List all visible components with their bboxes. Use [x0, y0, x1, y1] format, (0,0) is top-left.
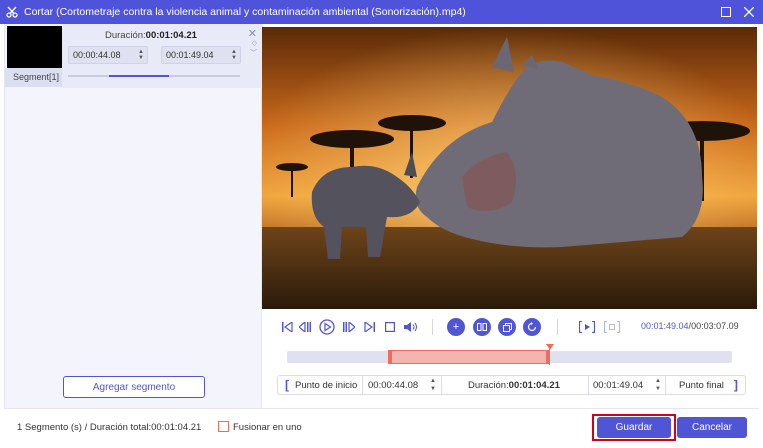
end-point-label: Punto final [679, 379, 724, 391]
set-start-button[interactable]: [ Punto de inicio [285, 376, 357, 394]
divider [665, 376, 666, 394]
start-handle[interactable] [388, 350, 392, 364]
segment-duration: Duración:00:01:04.21 [105, 30, 197, 41]
reset-icon[interactable] [523, 318, 541, 336]
trim-duration-label: Duración: [468, 379, 509, 391]
move-up-icon[interactable]: ◇ [252, 39, 257, 47]
stop-icon [385, 322, 395, 332]
maximize-button[interactable] [718, 4, 734, 20]
segment-range-fill [109, 75, 169, 77]
start-point-label: Punto de inicio [295, 379, 358, 391]
trim-settings-bar: [ Punto de inicio 00:00:44.08 ▲ ▼ Duració… [277, 375, 746, 395]
segment-end-field[interactable]: 00:01:49.04 ▲ ▼ [161, 46, 241, 64]
start-time-field[interactable]: 00:00:44.08 [368, 376, 436, 394]
window-title: Cortar (Cortometraje contra la violencia… [24, 6, 466, 18]
timeline-selection[interactable] [389, 350, 548, 364]
preview-end-icon [604, 321, 620, 333]
title-bar: Cortar (Cortometraje contra la violencia… [0, 0, 763, 24]
time-readout: 00:01:49.04/00:03:07.09 [641, 321, 739, 331]
move-down-icon[interactable]: ﹀ [250, 48, 257, 58]
end-time-field[interactable]: 00:01:49.04 [593, 376, 659, 394]
segment-panel: Segment[1] Duración:00:01:04.21 00:00:44… [4, 24, 263, 408]
add-segment-icon[interactable]: + [447, 318, 465, 336]
step-back-icon [299, 322, 311, 332]
preview-start-icon [579, 321, 595, 333]
copy-icon[interactable] [498, 318, 516, 336]
save-button[interactable]: Guardar [597, 417, 671, 438]
end-bracket-icon: ] [733, 378, 738, 392]
segment-duration-label: Duración: [105, 30, 146, 41]
preview-start-button[interactable] [578, 319, 596, 335]
segment-end-value: 00:01:49.04 [166, 50, 214, 60]
segment-thumbnail [7, 26, 62, 68]
footer-divider [4, 408, 759, 409]
start-time-spinner-icon[interactable]: ▲ ▼ [430, 377, 436, 393]
separator [557, 319, 558, 335]
merge-label[interactable]: Fusionar en uno [233, 422, 302, 433]
segment-start-field[interactable]: 00:00:44.08 ▲ ▼ [68, 46, 148, 64]
set-end-button[interactable]: Punto final ] [679, 376, 738, 394]
step-forward-button[interactable] [342, 319, 356, 335]
skip-end-button[interactable] [362, 319, 376, 335]
add-segment-button[interactable]: Agregar segmento [63, 376, 205, 398]
playhead-line [549, 349, 550, 365]
end-time-spinner-icon[interactable]: ▲ ▼ [655, 377, 661, 393]
video-preview [262, 27, 757, 309]
scissors-icon [0, 0, 24, 24]
step-back-button[interactable] [298, 319, 312, 335]
stop-button[interactable] [383, 319, 397, 335]
trim-duration: Duración: 00:01:04.21 [468, 376, 560, 394]
start-spinner-icon[interactable]: ▲ ▼ [138, 49, 144, 61]
skip-end-icon [363, 322, 375, 332]
maximize-icon [721, 7, 731, 17]
video-frame [262, 27, 757, 309]
trim-duration-value: 00:01:04.21 [508, 379, 560, 391]
close-button[interactable] [741, 4, 757, 20]
segment-duration-value: 00:01:04.21 [145, 30, 197, 41]
separator [432, 319, 433, 335]
divider [588, 376, 589, 394]
current-time: 00:01:49.04 [641, 321, 689, 331]
volume-button[interactable] [403, 319, 419, 335]
segment-label: Segment[1] [5, 68, 62, 87]
preview-end-button[interactable] [603, 319, 621, 335]
start-time-value: 00:00:44.08 [368, 379, 419, 391]
play-icon [319, 319, 335, 335]
total-time: 00:03:07.09 [691, 321, 739, 331]
playhead-icon[interactable] [546, 344, 554, 350]
end-spinner-icon[interactable]: ▲ ▼ [231, 49, 237, 61]
step-forward-icon [343, 322, 355, 332]
close-icon [744, 7, 754, 17]
volume-icon [404, 322, 417, 332]
split-icon[interactable] [473, 318, 491, 336]
skip-start-icon [281, 322, 293, 332]
segment-start-value: 00:00:44.08 [73, 50, 121, 60]
total-duration-text: 1 Segmento (s) / Duración total:00:01:04… [17, 422, 202, 433]
play-button[interactable] [318, 319, 336, 335]
segment-item[interactable]: Segment[1] Duración:00:01:04.21 00:00:44… [5, 24, 263, 88]
divider [362, 376, 363, 394]
start-bracket-icon: [ [285, 378, 289, 392]
cancel-button[interactable]: Cancelar [677, 417, 747, 438]
merge-checkbox[interactable] [218, 421, 229, 432]
divider [441, 376, 442, 394]
end-time-value: 00:01:49.04 [593, 379, 644, 391]
skip-start-button[interactable] [280, 319, 294, 335]
segment-info: Duración:00:01:04.21 00:00:44.08 ▲ ▼ 00:0… [62, 24, 263, 88]
